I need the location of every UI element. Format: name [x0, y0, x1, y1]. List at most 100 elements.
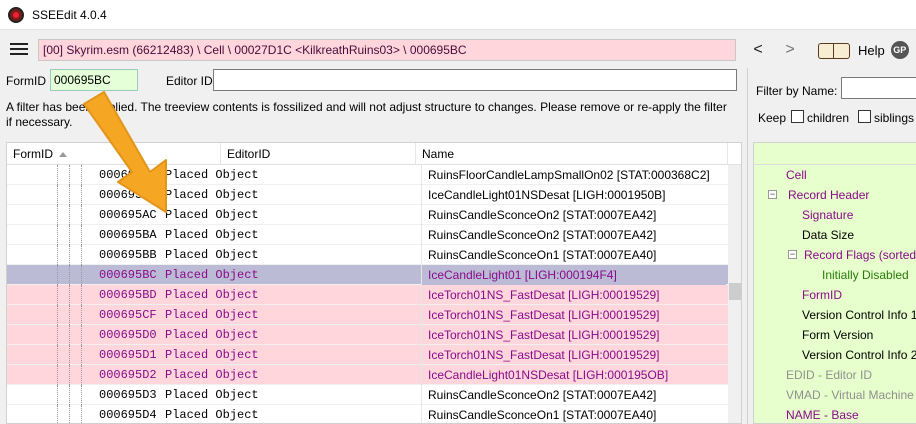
record-field-item[interactable]: Data Size [754, 225, 916, 245]
tree-connector [57, 365, 97, 385]
table-row[interactable]: 000695D2 Placed Object IceCandleLight01NSD… [7, 365, 728, 385]
record-tree-grid[interactable]: FormID EditorID Name 000695AA Placed Obje… [6, 142, 742, 424]
row-signature: Placed Object [165, 168, 259, 182]
record-field-tree[interactable]: Cell − Record Header Signature Data Size − Rec… [753, 142, 916, 424]
record-field-label: Form Version [802, 328, 874, 342]
record-field-item[interactable]: Version Control Info 1 [754, 305, 916, 325]
record-view-panel: Filter by Name: Keep children siblings C… [747, 68, 916, 424]
row-signature: Placed Object [165, 348, 259, 362]
record-field-tree-header [754, 143, 916, 165]
menu-icon[interactable] [10, 43, 28, 55]
row-formid: 000695CF [99, 308, 157, 322]
keep-children-label: children [807, 111, 850, 125]
column-header-editorid[interactable]: EditorID [221, 143, 416, 165]
keep-siblings-checkbox[interactable] [858, 110, 871, 123]
tree-connector [57, 385, 97, 405]
filter-by-name-input[interactable] [841, 77, 916, 99]
row-signature: Placed Object [165, 228, 259, 242]
row-name: RuinsCandleSconceOn2 [STAT:0007EA42] [421, 205, 726, 225]
record-field-item[interactable]: VMAD - Virtual Machine [754, 385, 916, 405]
forward-button[interactable]: > [780, 41, 800, 61]
grid-rows: 000695AA Placed Object RuinsFloorCandleLam… [7, 165, 728, 423]
record-field-label: Initially Disabled [822, 268, 909, 282]
row-name: IceCandleLight01NSDesat [LIGH:000195OB] [421, 365, 726, 385]
tree-connector [57, 165, 97, 185]
record-field-label: Version Control Info 2 [802, 348, 916, 362]
row-signature: Placed Object [165, 408, 259, 422]
row-formid: 000695D1 [99, 348, 157, 362]
record-field-item[interactable]: Cell [754, 165, 916, 185]
record-field-label: VMAD - Virtual Machine [786, 388, 914, 402]
record-field-item[interactable]: Initially Disabled [754, 265, 916, 285]
row-signature: Placed Object [165, 208, 259, 222]
window-title: SSEEdit 4.0.4 [32, 8, 107, 22]
gp-icon[interactable]: GP [890, 41, 909, 59]
record-field-item[interactable]: Version Control Info 2 [754, 345, 916, 365]
table-row[interactable]: 000695BD Placed Object IceTorch01NS_FastDe… [7, 285, 728, 305]
scrollbar-thumb[interactable] [729, 283, 741, 300]
book-icon [816, 41, 852, 59]
table-row[interactable]: 000695D0 Placed Object IceTorch01NS_FastDe… [7, 325, 728, 345]
table-row[interactable]: 000695BB Placed Object RuinsCandleSconceOn… [7, 245, 728, 265]
app-icon [8, 7, 24, 23]
row-formid: 000695AC [99, 208, 157, 222]
table-row[interactable]: 000695BC Placed Object IceCandleLight01 [L… [7, 265, 728, 285]
row-name: RuinsFloorCandleLampSmallOn02 [STAT:0003… [421, 165, 726, 185]
row-formid: 000695AA [99, 168, 157, 182]
record-field-item[interactable]: − Record Header [754, 185, 916, 205]
table-row[interactable]: 000695D1 Placed Object IceTorch01NS_FastDe… [7, 345, 728, 365]
editorid-label: Editor ID [166, 74, 213, 88]
record-field-label: Version Control Info 1 [802, 308, 916, 322]
table-row[interactable]: 000695D3 Placed Object RuinsCandleSconceOn… [7, 385, 728, 405]
record-field-item[interactable]: EDID - Editor ID [754, 365, 916, 385]
record-path: [00] Skyrim.esm (66212483) \ Cell \ 0002… [38, 39, 736, 61]
grid-header: FormID EditorID Name [7, 143, 741, 165]
record-field-item[interactable]: Signature [754, 205, 916, 225]
tree-connector [57, 225, 97, 245]
formid-input[interactable] [50, 69, 138, 91]
table-row[interactable]: 000695AB Placed Object IceCandleLight01NSD… [7, 185, 728, 205]
row-formid: 000695BC [99, 268, 157, 282]
table-row[interactable]: 000695AA Placed Object RuinsFloorCandleLam… [7, 165, 728, 185]
record-field-item[interactable]: NAME - Base [754, 405, 916, 423]
help-button[interactable]: Help GP [816, 38, 909, 62]
column-header-formid-label: FormID [13, 147, 53, 161]
table-row[interactable]: 000695AC Placed Object RuinsCandleSconceOn… [7, 205, 728, 225]
keep-children-checkbox[interactable] [791, 110, 804, 123]
column-header-name[interactable]: Name [416, 143, 728, 165]
tree-connector [57, 185, 97, 205]
row-name: RuinsCandleSconceOn2 [STAT:0007EA42] [421, 225, 726, 245]
tree-connector [57, 245, 97, 265]
row-signature: Placed Object [165, 388, 259, 402]
back-button[interactable]: < [748, 41, 768, 61]
row-name: IceTorch01NS_FastDesat [LIGH:00019529] [421, 305, 726, 325]
row-signature: Placed Object [165, 308, 259, 322]
row-signature: Placed Object [165, 368, 259, 382]
record-field-label: EDID - Editor ID [786, 368, 873, 382]
record-field-label: Data Size [802, 228, 855, 242]
row-name: IceTorch01NS_FastDesat [LIGH:00019529] [421, 345, 726, 365]
record-field-item[interactable]: FormID [754, 285, 916, 305]
collapse-icon[interactable]: − [768, 190, 777, 199]
row-name: RuinsCandleSconceOn1 [STAT:0007EA40] [421, 405, 726, 423]
record-field-item[interactable]: Form Version [754, 325, 916, 345]
table-row[interactable]: 000695CF Placed Object IceTorch01NS_FastDe… [7, 305, 728, 325]
row-formid: 000695BA [99, 228, 157, 242]
table-row[interactable]: 000695D4 Placed Object RuinsCandleSconceOn… [7, 405, 728, 423]
row-formid: 000695AB [99, 188, 157, 202]
row-name: IceTorch01NS_FastDesat [LIGH:00019529] [421, 325, 726, 345]
column-header-formid[interactable]: FormID [7, 143, 221, 165]
record-field-label: Signature [802, 208, 854, 222]
keep-label: Keep [758, 111, 787, 125]
collapse-icon[interactable]: − [788, 250, 797, 259]
tree-connector [57, 405, 97, 423]
table-row[interactable]: 000695BA Placed Object RuinsCandleSconceOn… [7, 225, 728, 245]
record-field-label: Record Header [788, 188, 870, 202]
toolbar: [00] Skyrim.esm (66212483) \ Cell \ 0002… [0, 30, 916, 66]
tree-connector [57, 205, 97, 225]
row-signature: Placed Object [165, 328, 259, 342]
editorid-input[interactable] [213, 69, 737, 91]
record-field-item[interactable]: − Record Flags (sorted) [754, 245, 916, 265]
row-signature: Placed Object [165, 268, 259, 282]
vertical-scrollbar[interactable] [728, 165, 741, 423]
